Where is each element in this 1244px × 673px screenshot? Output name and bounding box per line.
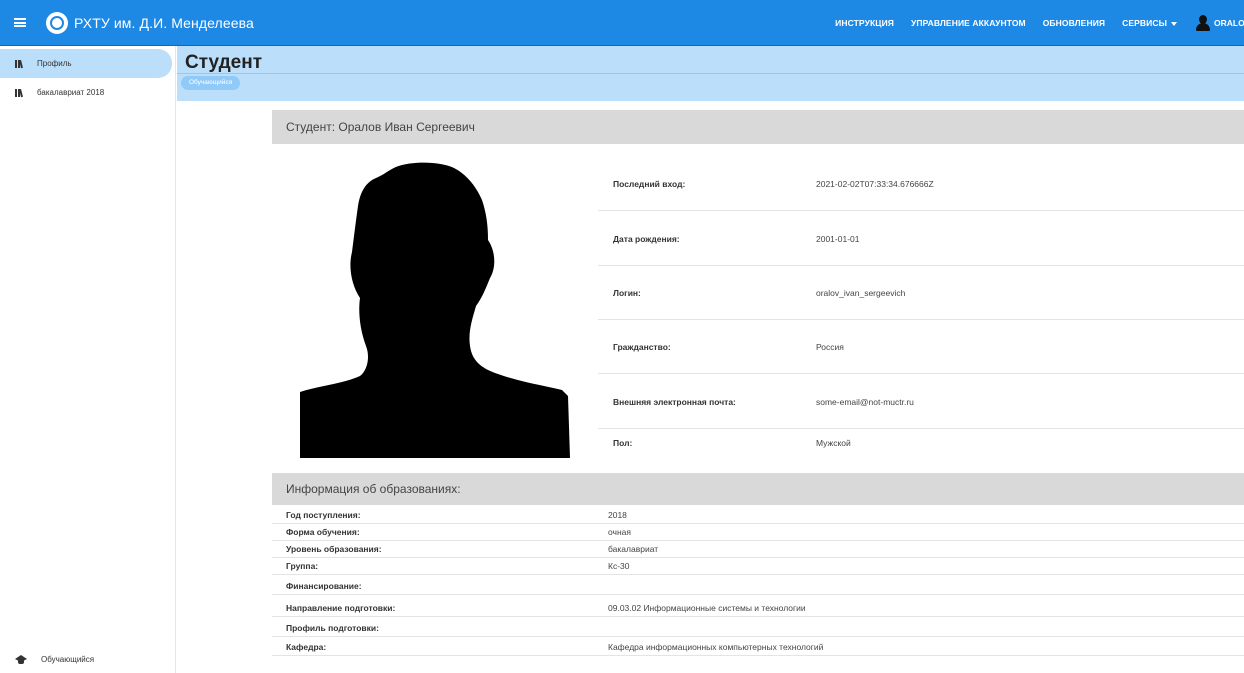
info-row-gender: Пол: Мужской bbox=[598, 416, 1244, 470]
student-panel-heading: Студент: Оралов Иван Сергеевич bbox=[272, 110, 1244, 144]
sidebar-item-label: Профиль bbox=[37, 59, 72, 68]
edu-row-department: Кафедра: Кафедра информационных компьюте… bbox=[272, 639, 1244, 656]
field-value: 2018 bbox=[608, 510, 627, 520]
graduation-cap-icon bbox=[15, 654, 27, 664]
brand-title[interactable]: РХТУ им. Д.И. Менделеева bbox=[74, 15, 254, 31]
role-chip[interactable]: Обучающийся bbox=[181, 76, 241, 90]
nav-instruction-link[interactable]: ИНСТРУКЦИЯ bbox=[835, 18, 894, 28]
page-title: Студент bbox=[185, 52, 263, 73]
field-label: Профиль подготовки: bbox=[286, 623, 379, 633]
education-panel-heading: Информация об образованиях: bbox=[272, 473, 1244, 505]
field-label: Логин: bbox=[613, 288, 641, 298]
field-value: Россия bbox=[816, 342, 844, 352]
field-label: Гражданство: bbox=[613, 342, 671, 352]
sidebar-item-profile[interactable]: Профиль bbox=[0, 49, 172, 78]
nav-services-label: СЕРВИСЫ bbox=[1122, 18, 1167, 28]
edu-row-study-form: Форма обучения: очная bbox=[272, 524, 1244, 541]
field-label: Направление подготовки: bbox=[286, 603, 396, 613]
top-app-bar: РХТУ им. Д.И. Менделеева ИНСТРУКЦИЯ УПРА… bbox=[0, 0, 1244, 46]
field-value: очная bbox=[608, 527, 631, 537]
info-row-citizenship: Гражданство: Россия bbox=[598, 320, 1244, 374]
field-label: Финансирование: bbox=[286, 581, 362, 591]
field-value: бакалавриат bbox=[608, 544, 659, 554]
sidebar-role-switch[interactable]: Обучающийся bbox=[0, 645, 175, 673]
menu-icon[interactable] bbox=[0, 0, 40, 46]
info-row-login: Логин: oralov_ivan_sergeevich bbox=[598, 266, 1244, 320]
field-value: 2001-01-01 bbox=[816, 234, 860, 244]
edu-row-group: Группа: Кс-30 bbox=[272, 558, 1244, 575]
info-row-last-login: Последний вход: 2021-02-02T07:33:34.6766… bbox=[598, 157, 1244, 211]
edu-row-profile: Профиль подготовки: bbox=[272, 620, 1244, 637]
field-value: oralov_ivan_sergeevich bbox=[816, 288, 906, 298]
sidebar-item-bachelor-2018[interactable]: бакалавриат 2018 bbox=[0, 78, 175, 107]
user-name: ORALOV bbox=[1214, 18, 1244, 28]
field-label: Год поступления: bbox=[286, 510, 361, 520]
user-menu[interactable]: ORALOV bbox=[1196, 15, 1244, 31]
edu-row-education-level: Уровень образования: бакалавриат bbox=[272, 541, 1244, 558]
nav-services-dropdown[interactable]: СЕРВИСЫ bbox=[1122, 18, 1177, 28]
library-icon bbox=[15, 88, 25, 97]
field-label: Кафедра: bbox=[286, 642, 327, 652]
chevron-down-icon bbox=[1171, 21, 1177, 26]
edu-row-direction: Направление подготовки: 09.03.02 Информа… bbox=[272, 600, 1244, 617]
sidebar-item-label: бакалавриат 2018 bbox=[37, 88, 105, 97]
field-label: Уровень образования: bbox=[286, 544, 382, 554]
profile-photo-silhouette bbox=[300, 162, 570, 458]
field-label: Последний вход: bbox=[613, 179, 686, 189]
field-value: Кс-30 bbox=[608, 561, 630, 571]
nav-account-management-link[interactable]: УПРАВЛЕНИЕ АККАУНТОМ bbox=[911, 18, 1026, 28]
field-value: Мужской bbox=[816, 438, 851, 448]
edu-row-funding: Финансирование: bbox=[272, 578, 1244, 595]
university-logo-icon[interactable] bbox=[46, 11, 68, 34]
field-value: 2021-02-02T07:33:34.676666Z bbox=[816, 179, 934, 189]
field-label: Форма обучения: bbox=[286, 527, 360, 537]
user-avatar-icon bbox=[1196, 15, 1210, 31]
info-row-birth-date: Дата рождения: 2001-01-01 bbox=[598, 212, 1244, 266]
top-navigation: ИНСТРУКЦИЯ УПРАВЛЕНИЕ АККАУНТОМ ОБНОВЛЕН… bbox=[835, 0, 1244, 46]
field-label: Дата рождения: bbox=[613, 234, 680, 244]
edu-row-admission-year: Год поступления: 2018 bbox=[272, 507, 1244, 524]
field-label: Пол: bbox=[613, 438, 633, 448]
sidebar: Профиль бакалавриат 2018 Обучающийся bbox=[0, 46, 176, 673]
field-label: Группа: bbox=[286, 561, 319, 571]
field-value: Кафедра информационных компьютерных техн… bbox=[608, 642, 824, 652]
sidebar-role-label: Обучающийся bbox=[41, 654, 95, 664]
field-value: 09.03.02 Информационные системы и технол… bbox=[608, 603, 806, 613]
header-divider bbox=[177, 73, 1244, 74]
nav-updates-link[interactable]: ОБНОВЛЕНИЯ bbox=[1043, 18, 1105, 28]
library-icon bbox=[15, 59, 25, 68]
